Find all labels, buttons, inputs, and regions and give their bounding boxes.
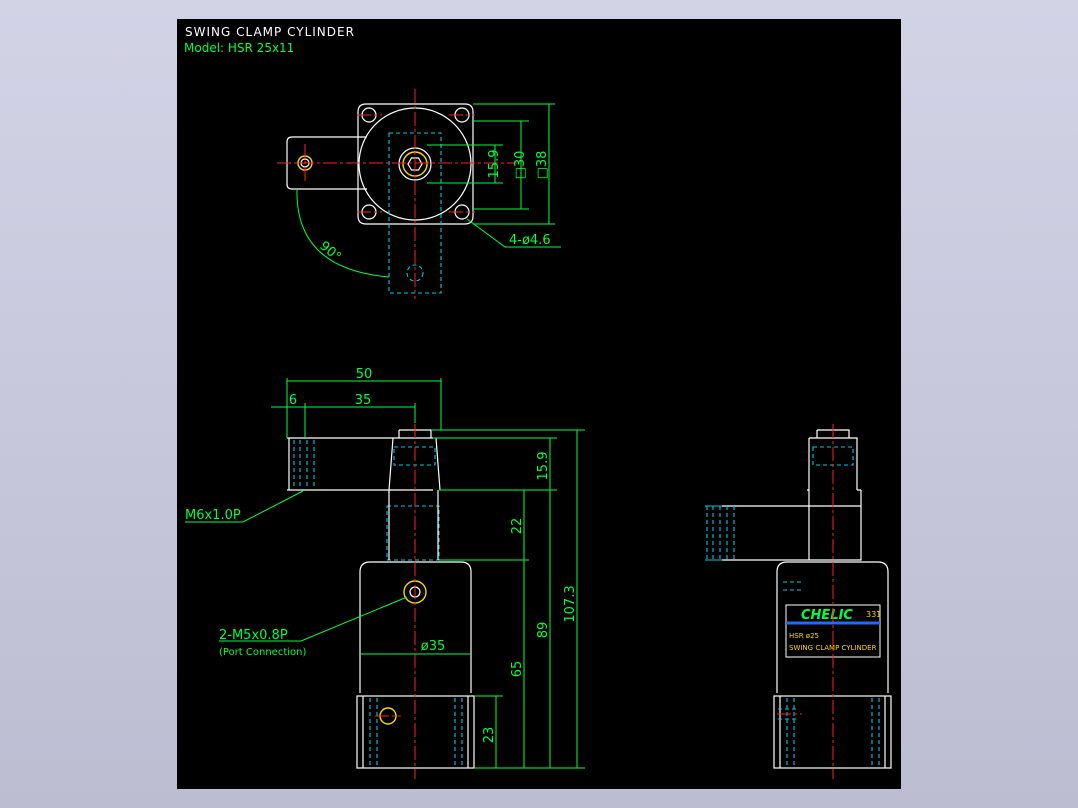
rod-sides [388, 490, 439, 560]
dim-h15-9: 15.9 [536, 452, 551, 481]
dim-dia35: ø35 [421, 639, 446, 654]
thread-callout: M6x1.0P [185, 508, 241, 523]
dim-h89: 89 [536, 622, 551, 639]
side-view: CHELIC 331 HSR ø25 SWING CLAMP CYLINDER [705, 424, 892, 779]
label-brand: CHELIC [801, 608, 853, 623]
dim-35: 35 [355, 393, 372, 408]
side-arm [722, 505, 862, 561]
angle-arc [296, 188, 390, 278]
port-callout: 2-M5x0.8P [219, 628, 288, 643]
dim-h22: 22 [510, 518, 525, 535]
dim-h23: 23 [482, 727, 497, 744]
cad-drawing: SWING CLAMP CYLINDER Model: HSR 25x11 15… [184, 25, 892, 779]
dim-holes: 4-ø4.6 [509, 233, 551, 248]
front-arm [287, 437, 433, 491]
dim-50: 50 [356, 367, 373, 382]
dim-h65: 65 [510, 661, 525, 678]
dim-h107: 107.3 [563, 585, 578, 622]
label-line1: HSR ø25 [789, 632, 819, 640]
top-view: 15.9 □30 □38 4-ø4.6 90° [277, 89, 561, 299]
model-label: Model: HSR 25x11 [184, 41, 294, 55]
dim-sq30: □30 [513, 151, 528, 180]
dim-angle: 90° [316, 239, 343, 265]
drawing-title: SWING CLAMP CYLINDER [185, 25, 355, 39]
rod-hidden [386, 505, 440, 561]
dim-15-9: 15.9 [487, 150, 502, 179]
front-view: 50 6 35 15.9 22 107.3 89 65 23 ø35 M6x1.… [185, 367, 585, 779]
port-note: (Port Connection) [219, 647, 306, 658]
label-code: 331 [866, 610, 881, 619]
dim-sq38: □38 [535, 151, 550, 180]
drawing-canvas: SWING CLAMP CYLINDER Model: HSR 25x11 15… [177, 19, 901, 789]
dim-6: 6 [289, 393, 297, 408]
side-rod-body [808, 490, 862, 560]
